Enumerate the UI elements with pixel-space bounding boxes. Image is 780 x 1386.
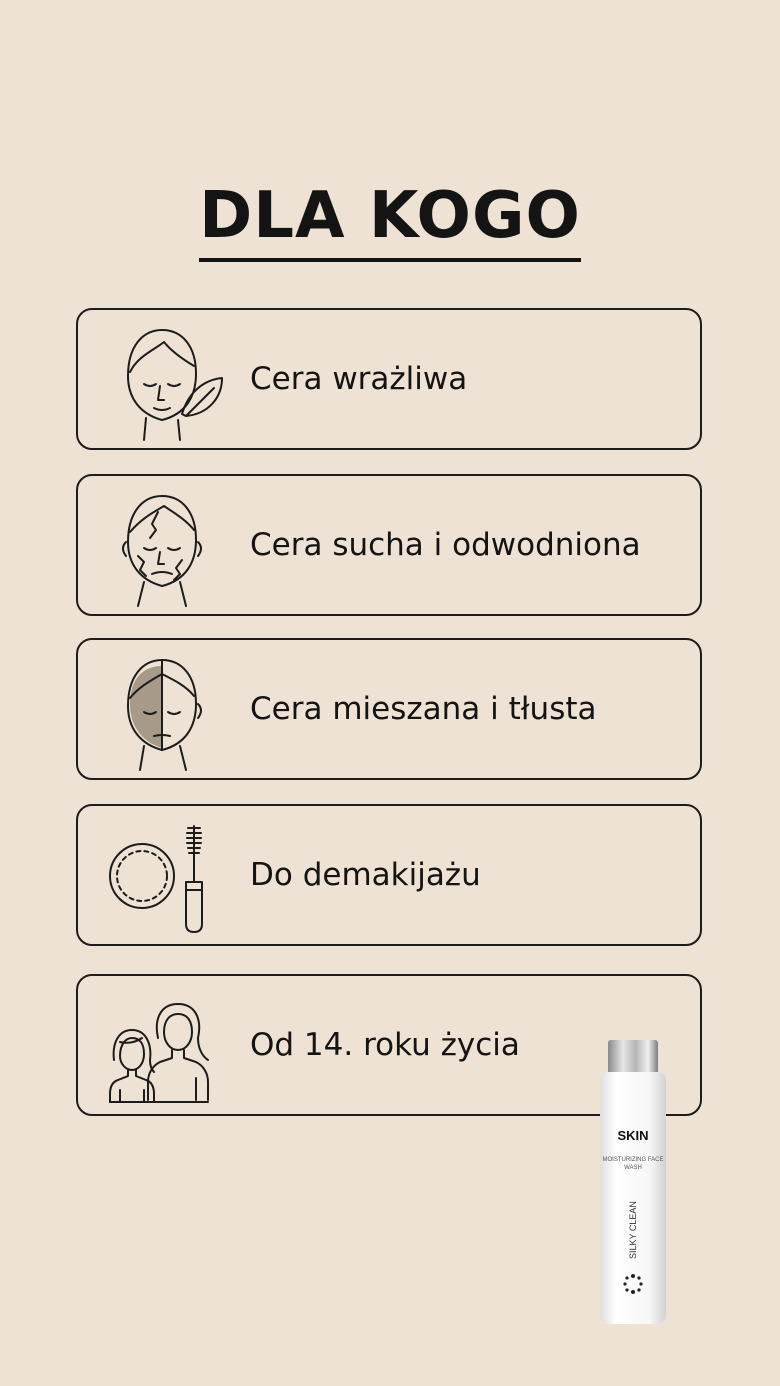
face-with-leaf-icon [98, 316, 228, 442]
list-item-combination-skin: Cera mieszana i tłusta [76, 638, 702, 780]
header: DLA KOGO [0, 180, 780, 262]
cracked-face-icon [98, 482, 228, 608]
product-bottle: SKIN MOISTURIZING FACE WASH SILKY CLEAN [596, 1040, 670, 1326]
list-item-label: Cera sucha i odwodniona [250, 527, 641, 563]
list-item-label: Cera wrażliwa [250, 361, 468, 397]
product-brand-logo: SKIN [617, 1128, 649, 1143]
list-item-label: Cera mieszana i tłusta [250, 691, 597, 727]
product-name-label: SILKY CLEAN [628, 1201, 638, 1259]
girl-and-woman-icon [98, 982, 228, 1108]
list-item-dry-skin: Cera sucha i odwodniona [76, 474, 702, 616]
list-item-sensitive-skin: Cera wrażliwa [76, 308, 702, 450]
page-title: DLA KOGO [199, 180, 581, 262]
list-item-label: Od 14. roku życia [250, 1027, 520, 1063]
cotton-pad-and-mascara-icon [98, 812, 228, 938]
bottle-shape [600, 1040, 666, 1324]
half-shaded-face-icon [98, 646, 228, 772]
product-type-label: MOISTURIZING FACE WASH [602, 1157, 664, 1171]
list-item-makeup-removal: Do demakijażu [76, 804, 702, 946]
list-item-label: Do demakijażu [250, 857, 481, 893]
